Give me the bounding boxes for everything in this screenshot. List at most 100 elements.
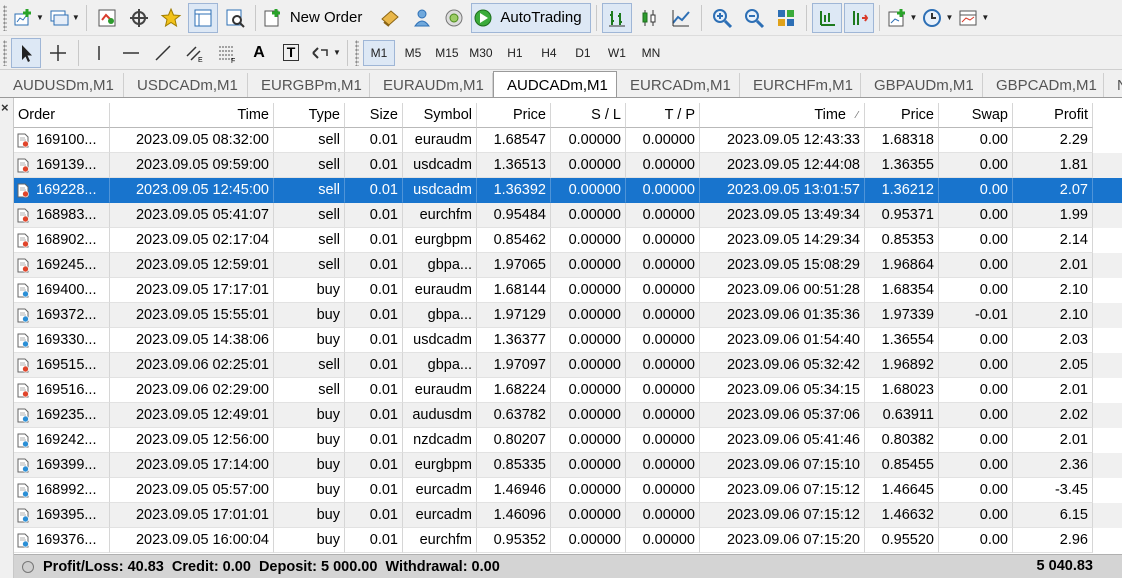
terminal-button[interactable] <box>187 2 218 33</box>
order-ticket: 169515... <box>36 356 97 373</box>
timeframe-h4-button[interactable]: H4 <box>533 40 565 66</box>
crosshair-button[interactable] <box>43 38 73 68</box>
autotrading-button[interactable]: AutoTrading <box>471 2 591 33</box>
chart-tab[interactable]: EURAUDm,M1 <box>370 73 493 97</box>
templates-button[interactable]: ▼ <box>956 3 990 33</box>
table-row[interactable]: 169245... 2023.09.05 12:59:01 sell 0.01 gbpa… <box>14 253 1122 278</box>
table-row[interactable]: 169242... 2023.09.05 12:56:00 buy 0.01 nzdca… <box>14 428 1122 453</box>
toolbar-grip[interactable] <box>3 39 7 66</box>
table-row[interactable]: 169515... 2023.09.06 02:25:01 sell 0.01 gbpa… <box>14 353 1122 378</box>
table-row[interactable]: 169395... 2023.09.05 17:01:01 buy 0.01 eurca… <box>14 503 1122 528</box>
chart-tab[interactable]: EURGBPm,M1 <box>248 73 370 97</box>
new-chart-button[interactable]: ▼ <box>11 3 45 33</box>
profiles-button[interactable]: ▼ <box>47 3 81 33</box>
navigator-button[interactable] <box>124 3 154 33</box>
column-header-stop-loss[interactable]: S / L <box>551 103 626 128</box>
table-row[interactable]: 169330... 2023.09.05 14:38:06 buy 0.01 usdca… <box>14 328 1122 353</box>
column-header-swap[interactable]: Swap <box>939 103 1013 128</box>
column-header-close-time[interactable]: Time ⁄ <box>700 103 865 128</box>
table-row[interactable]: 169516... 2023.09.06 02:29:00 sell 0.01 eura… <box>14 378 1122 403</box>
table-row[interactable]: 168983... 2023.09.05 05:41:07 sell 0.01 eurc… <box>14 203 1122 228</box>
chart-tab[interactable]: AUDUSDm,M1 <box>0 73 124 97</box>
column-header-size[interactable]: Size <box>345 103 403 128</box>
vertical-line-icon <box>98 45 100 60</box>
toolbar-grip[interactable] <box>3 4 7 31</box>
timeframe-m5-button[interactable]: M5 <box>397 40 429 66</box>
swap-cell: 0.00 <box>939 378 1013 403</box>
timeframe-m1-button[interactable]: M1 <box>362 39 395 66</box>
strategy-tester-button[interactable] <box>220 3 250 33</box>
equidistant-channel-button[interactable]: E <box>180 38 210 68</box>
timeframe-d1-button[interactable]: D1 <box>567 40 599 66</box>
text-button[interactable]: A <box>244 38 274 68</box>
candlestick-button[interactable] <box>634 3 664 33</box>
chart-tab[interactable]: EURCHFm,M1 <box>740 73 861 97</box>
signals-button[interactable] <box>407 3 437 33</box>
chart-tab[interactable]: USDCADm,M1 <box>124 73 248 97</box>
column-header-open-time[interactable]: Time <box>110 103 274 128</box>
trendline-button[interactable] <box>148 38 178 68</box>
horizontal-line-button[interactable] <box>116 38 146 68</box>
take-profit-cell: 0.00000 <box>626 153 700 178</box>
table-row[interactable]: 169372... 2023.09.05 15:55:01 buy 0.01 gbpa.… <box>14 303 1122 328</box>
column-header-order[interactable]: Order <box>14 103 110 128</box>
take-profit-cell: 0.00000 <box>626 428 700 453</box>
column-header-take-profit[interactable]: T / P <box>626 103 700 128</box>
timeframe-w1-button[interactable]: W1 <box>601 40 633 66</box>
type-cell: sell <box>274 353 345 378</box>
table-row[interactable]: 169376... 2023.09.05 16:00:04 buy 0.01 eurch… <box>14 528 1122 553</box>
table-row[interactable]: 169400... 2023.09.05 17:17:01 buy 0.01 eurau… <box>14 278 1122 303</box>
autoscroll-button[interactable] <box>843 2 874 33</box>
market-watch-button[interactable] <box>92 3 122 33</box>
zoom-out-button[interactable] <box>739 3 769 33</box>
stop-loss-cell: 0.00000 <box>551 278 626 303</box>
new-order-button[interactable]: New Order <box>261 3 374 33</box>
order-cell: 169100... <box>14 128 110 153</box>
table-row[interactable]: 169399... 2023.09.05 17:14:00 buy 0.01 eurgb… <box>14 453 1122 478</box>
timeframe-mn-button[interactable]: MN <box>635 40 667 66</box>
toolbar-separator <box>85 4 87 31</box>
favorites-button[interactable] <box>156 3 186 33</box>
line-chart-button[interactable] <box>666 3 696 33</box>
table-row[interactable]: 168992... 2023.09.05 05:57:00 buy 0.01 eurca… <box>14 478 1122 503</box>
open-time-cell: 2023.09.05 05:41:07 <box>110 203 274 228</box>
zoom-in-button[interactable] <box>707 3 737 33</box>
open-price-cell: 1.68547 <box>477 128 551 153</box>
timeframe-m15-button[interactable]: M15 <box>431 40 463 66</box>
fibonacci-button[interactable]: F <box>212 38 242 68</box>
close-icon[interactable]: × <box>1 100 9 115</box>
tile-windows-button[interactable] <box>771 3 801 33</box>
table-row[interactable]: 169228... 2023.09.05 12:45:00 sell 0.01 usdc… <box>14 178 1122 203</box>
radio-button[interactable] <box>439 3 469 33</box>
bar-chart-button[interactable] <box>601 2 632 33</box>
chart-tab[interactable]: EURCADm,M1 <box>617 73 740 97</box>
table-row[interactable]: 168902... 2023.09.05 02:17:04 sell 0.01 eurg… <box>14 228 1122 253</box>
text-label-button[interactable]: T <box>276 38 306 68</box>
column-header-symbol[interactable]: Symbol <box>403 103 477 128</box>
market-button[interactable] <box>375 3 405 33</box>
column-header-type[interactable]: Type <box>274 103 345 128</box>
table-row[interactable]: 169235... 2023.09.05 12:49:01 buy 0.01 audus… <box>14 403 1122 428</box>
column-header-profit[interactable]: Profit <box>1013 103 1093 128</box>
ticket-icon <box>17 508 29 522</box>
order-ticket: 169235... <box>36 406 97 423</box>
open-price-cell: 0.85462 <box>477 228 551 253</box>
column-header-open-price[interactable]: Price <box>477 103 551 128</box>
vertical-line-button[interactable] <box>84 38 114 68</box>
column-header-close-price[interactable]: Price <box>865 103 939 128</box>
chart-tab[interactable]: GBPAUDm,M1 <box>861 73 983 97</box>
indicators-button[interactable]: ▼ <box>885 3 919 33</box>
toolbar-grip[interactable] <box>354 39 359 66</box>
chart-tab[interactable]: N <box>1104 73 1122 97</box>
table-row[interactable]: 169100... 2023.09.05 08:32:00 sell 0.01 eura… <box>14 128 1122 153</box>
cursor-button[interactable] <box>11 37 41 68</box>
table-row[interactable]: 169139... 2023.09.05 09:59:00 sell 0.01 usdc… <box>14 153 1122 178</box>
periodicity-button[interactable]: ▼ <box>920 3 954 33</box>
chart-tab[interactable]: AUDCADm,M1 <box>493 71 617 97</box>
timeframe-m30-button[interactable]: M30 <box>465 40 497 66</box>
chart-shift-button[interactable] <box>811 2 842 33</box>
profit-cell: 2.02 <box>1013 403 1093 428</box>
arrows-button[interactable]: ▼ <box>308 38 342 68</box>
chart-tab[interactable]: GBPCADm,M1 <box>983 73 1104 97</box>
timeframe-h1-button[interactable]: H1 <box>499 40 531 66</box>
